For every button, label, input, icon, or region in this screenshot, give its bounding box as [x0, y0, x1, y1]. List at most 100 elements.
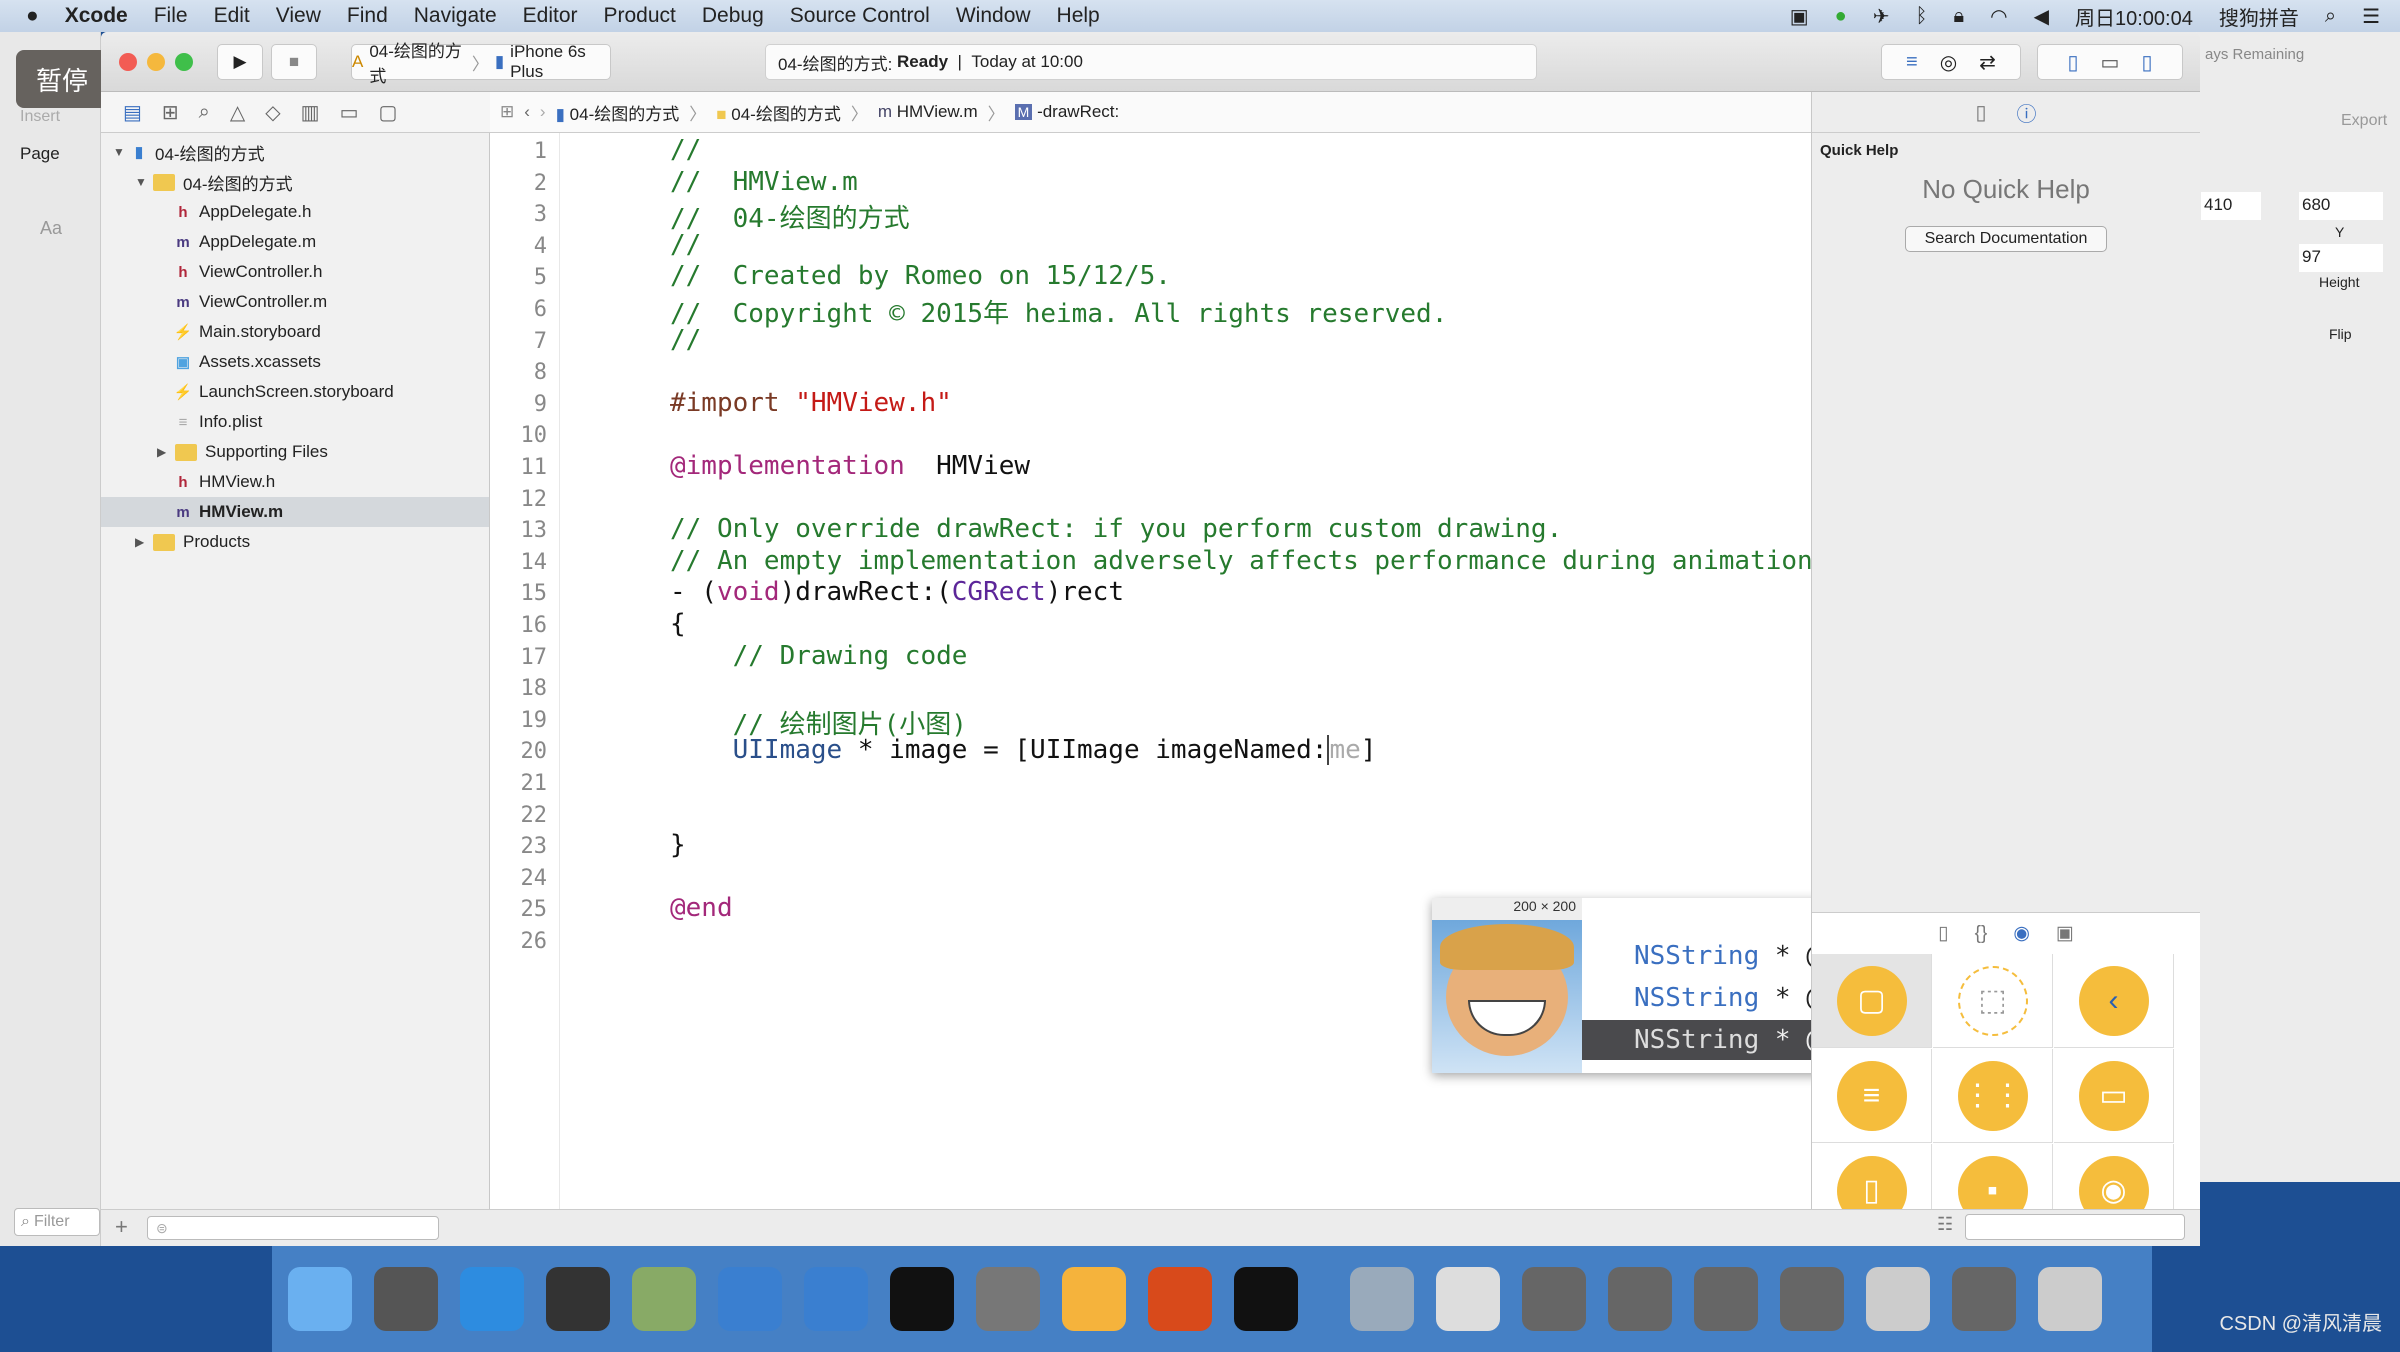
- dock-sketch-icon[interactable]: [1062, 1267, 1126, 1331]
- stop-button[interactable]: ■: [271, 44, 317, 80]
- dock-quicktime-icon[interactable]: [1350, 1267, 1414, 1331]
- related-items-icon[interactable]: ⊞: [500, 102, 514, 122]
- disclosure-triangle[interactable]: ▼: [135, 175, 153, 189]
- dock-photo-slideshow-icon[interactable]: [632, 1267, 696, 1331]
- menu-xcode[interactable]: Xcode: [65, 4, 128, 28]
- disclosure-triangle[interactable]: ▶: [135, 535, 153, 549]
- navigator-item[interactable]: ▶ Supporting Files: [101, 437, 489, 467]
- library-item-view-controller[interactable]: ▢: [1812, 954, 1932, 1048]
- dock-mouse-icon[interactable]: [546, 1267, 610, 1331]
- x-field[interactable]: 410: [2201, 192, 2261, 220]
- jump-group[interactable]: ■ 04-绘图的方式: [716, 100, 841, 125]
- dock-safari-icon[interactable]: [460, 1267, 524, 1331]
- jump-file[interactable]: m HMView.m: [878, 102, 978, 122]
- filter-field[interactable]: ⌕: [14, 1208, 100, 1236]
- filter-input[interactable]: [33, 1213, 94, 1231]
- navigator-item[interactable]: h AppDelegate.h: [101, 197, 489, 227]
- library-item-table-view-controller[interactable]: ≡: [1812, 1049, 1932, 1143]
- issue-navigator-icon[interactable]: △: [230, 100, 245, 125]
- debug-navigator-icon[interactable]: ▥: [301, 100, 320, 125]
- test-navigator-icon[interactable]: ◇: [265, 100, 280, 125]
- menu-navigate[interactable]: Navigate: [414, 4, 497, 28]
- library-item-collection-view-controller[interactable]: ⋮⋮: [1933, 1049, 2053, 1143]
- navigator-item[interactable]: ≡ Info.plist: [101, 407, 489, 437]
- standard-editor-icon[interactable]: ≡: [1906, 51, 1918, 74]
- navigator-item[interactable]: m HMView.m: [101, 497, 489, 527]
- version-editor-icon[interactable]: ⇄: [1979, 50, 1996, 75]
- apple-menu-icon[interactable]: ●: [26, 4, 39, 28]
- assistant-editor-icon[interactable]: ◎: [1940, 50, 1957, 75]
- bluetooth-icon[interactable]: ᛒ: [1916, 5, 1928, 28]
- menu-find[interactable]: Find: [347, 4, 388, 28]
- navigator-item[interactable]: ▼ ▮ 04-绘图的方式: [101, 137, 489, 167]
- close-button[interactable]: [119, 53, 137, 71]
- zoom-button[interactable]: [175, 53, 193, 71]
- dock-powerpoint-icon[interactable]: [1148, 1267, 1212, 1331]
- dock-window-6-icon[interactable]: [1952, 1267, 2016, 1331]
- dock-finder-icon[interactable]: [288, 1267, 352, 1331]
- pause-overlay[interactable]: 暂停: [16, 50, 108, 108]
- navigator-filter-input[interactable]: ⊜: [147, 1216, 439, 1240]
- volume-icon[interactable]: ◀: [2034, 4, 2049, 29]
- disclosure-triangle[interactable]: ▼: [113, 145, 131, 159]
- file-inspector-icon[interactable]: ▯: [1975, 100, 1986, 125]
- navigator-item[interactable]: ▶ Products: [101, 527, 489, 557]
- report-navigator-icon[interactable]: ▢: [378, 100, 397, 125]
- menu-editor[interactable]: Editor: [523, 4, 578, 28]
- navigator-item[interactable]: ▼ 04-绘图的方式: [101, 167, 489, 197]
- navigator-item[interactable]: h ViewController.h: [101, 257, 489, 287]
- minimize-button[interactable]: [147, 53, 165, 71]
- symbol-navigator-icon[interactable]: ⊞: [162, 100, 179, 125]
- dock-system-preferences-icon[interactable]: [976, 1267, 1040, 1331]
- menu-view[interactable]: View: [276, 4, 321, 28]
- back-button[interactable]: ‹: [524, 102, 530, 122]
- run-button[interactable]: ▶: [217, 44, 263, 80]
- wifi-icon[interactable]: ◠: [1990, 4, 2007, 29]
- jump-project[interactable]: ▮ 04-绘图的方式: [556, 100, 680, 125]
- library-item-navigation-controller[interactable]: ‹: [2054, 954, 2174, 1048]
- placeholder-token[interactable]: me: [1327, 735, 1361, 766]
- dock-window-3-icon[interactable]: [1694, 1267, 1758, 1331]
- dock-trash-icon[interactable]: [2038, 1267, 2102, 1331]
- dock-window-1-icon[interactable]: [1522, 1267, 1586, 1331]
- recorder-icon[interactable]: ●: [1835, 5, 1847, 28]
- scheme-selector[interactable]: A 04-绘图的方式〉 ▮ iPhone 6s Plus: [351, 42, 611, 86]
- utilities-toggle-icon[interactable]: ▯: [2141, 50, 2152, 75]
- spotlight-icon[interactable]: ⌕: [2325, 5, 2336, 28]
- menu-debug[interactable]: Debug: [702, 4, 764, 28]
- library-item-storyboard-reference[interactable]: ⬚: [1933, 954, 2053, 1048]
- airplane-icon[interactable]: ✈: [1873, 4, 1890, 29]
- height-field[interactable]: 97: [2299, 244, 2383, 272]
- menu-window[interactable]: Window: [956, 4, 1031, 28]
- menu-help[interactable]: Help: [1057, 4, 1100, 28]
- code-snippet-icon[interactable]: {}: [1975, 923, 1988, 945]
- library-view-mode-icon[interactable]: ☷: [1937, 1214, 1961, 1235]
- navigator-item[interactable]: ▣ Assets.xcassets: [101, 347, 489, 377]
- dock-window-4-icon[interactable]: [1780, 1267, 1844, 1331]
- menu-file[interactable]: File: [154, 4, 188, 28]
- project-navigator-icon[interactable]: ▤: [123, 100, 142, 125]
- dock-instruments-icon[interactable]: [804, 1267, 868, 1331]
- source-editor[interactable]: @end} UIImage * image = [UIImage imageNa…: [560, 133, 2147, 1241]
- dock-exec-icon[interactable]: [1234, 1267, 1298, 1331]
- forward-button[interactable]: ›: [540, 102, 546, 122]
- notification-center-icon[interactable]: ☰: [2362, 4, 2380, 29]
- debug-toggle-icon[interactable]: ▭: [2101, 50, 2120, 75]
- dock-terminal-icon[interactable]: [890, 1267, 954, 1331]
- camera-icon[interactable]: ▣: [1790, 4, 1809, 29]
- navigator-item[interactable]: m AppDelegate.m: [101, 227, 489, 257]
- breakpoint-navigator-icon[interactable]: ▭: [340, 100, 359, 125]
- navigator-item[interactable]: ⚡ Main.storyboard: [101, 317, 489, 347]
- menu-source-control[interactable]: Source Control: [790, 4, 930, 28]
- dock-preview-icon[interactable]: [1436, 1267, 1500, 1331]
- y-field[interactable]: 680: [2299, 192, 2383, 220]
- file-template-icon[interactable]: ▯: [1938, 922, 1948, 945]
- export-button[interactable]: Export: [2341, 112, 2387, 130]
- dock-xcode-icon[interactable]: [718, 1267, 782, 1331]
- clock[interactable]: 周日10:00:04: [2075, 2, 2193, 31]
- library-item-tab-bar-controller[interactable]: ▭: [2054, 1049, 2174, 1143]
- navigator-toggle-icon[interactable]: ▯: [2068, 50, 2079, 75]
- menu-product[interactable]: Product: [604, 4, 676, 28]
- navigator-item[interactable]: h HMView.h: [101, 467, 489, 497]
- add-file-icon[interactable]: +: [115, 1214, 128, 1240]
